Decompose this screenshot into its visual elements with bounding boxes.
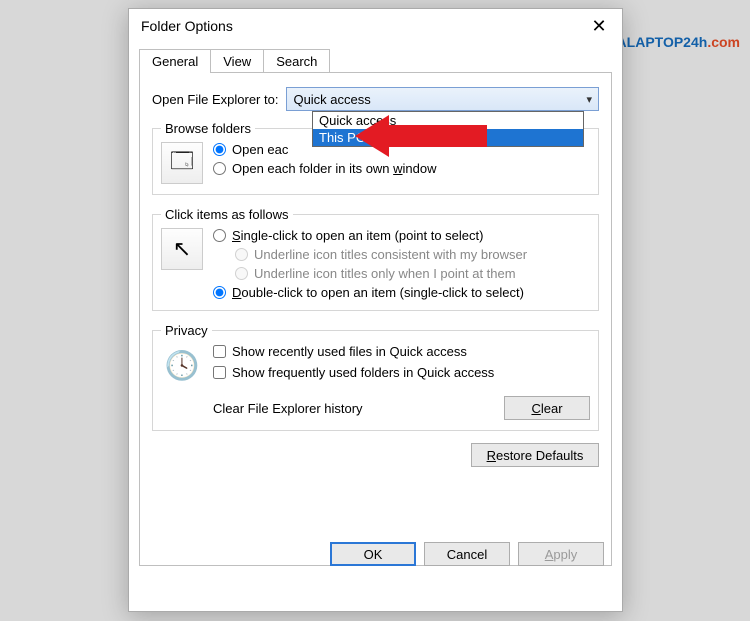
dialog-title: Folder Options [141, 18, 233, 34]
cancel-button[interactable]: Cancel [424, 542, 510, 566]
open-file-explorer-row: Open File Explorer to: Quick access ▾ [152, 87, 599, 111]
checkbox-frequent-folders[interactable]: Show frequently used folders in Quick ac… [213, 365, 494, 380]
open-file-explorer-label: Open File Explorer to: [152, 92, 278, 107]
tab-search[interactable]: Search [263, 49, 330, 73]
browse-folders-icon: 🗔 [161, 142, 203, 184]
fieldset-privacy: Privacy 🕓 Show recently used files in Qu… [152, 323, 599, 431]
open-file-explorer-dropdown: Quick access This PC [312, 111, 584, 147]
legend-click-items: Click items as follows [161, 207, 293, 222]
radio-double-click[interactable]: Double-click to open an item (single-cli… [213, 285, 527, 300]
open-file-explorer-combo[interactable]: Quick access ▾ [286, 87, 599, 111]
tab-general[interactable]: General [139, 49, 211, 73]
titlebar: Folder Options ✕ [129, 9, 622, 43]
privacy-icon: 🕓 [161, 344, 203, 386]
chevron-down-icon: ▾ [586, 93, 592, 106]
tab-view[interactable]: View [210, 49, 264, 73]
radio-underline-browser: Underline icon titles consistent with my… [235, 247, 527, 262]
combo-selected: Quick access [293, 92, 370, 107]
dialog-buttons: OK Cancel Apply [129, 542, 622, 566]
tab-panel-general: Open File Explorer to: Quick access ▾ Qu… [139, 72, 612, 566]
clear-button[interactable]: Clear [504, 396, 590, 420]
legend-privacy: Privacy [161, 323, 212, 338]
radio-open-own-window[interactable]: Open each folder in its own window [213, 161, 437, 176]
radio-single-click[interactable]: Single-click to open an item (point to s… [213, 228, 527, 243]
dropdown-option-quick-access[interactable]: Quick access [313, 112, 583, 129]
folder-options-dialog: Folder Options ✕ General View Search Ope… [128, 8, 623, 612]
apply-button: Apply [518, 542, 604, 566]
clear-history-label: Clear File Explorer history [161, 401, 504, 416]
radio-underline-point: Underline icon titles only when I point … [235, 266, 527, 281]
click-items-icon: ↖ [161, 228, 203, 270]
legend-browse-folders: Browse folders [161, 121, 255, 136]
close-button[interactable]: ✕ [576, 9, 622, 43]
ok-button[interactable]: OK [330, 542, 416, 566]
tabs: General View Search [139, 49, 612, 73]
checkbox-recent-files[interactable]: Show recently used files in Quick access [213, 344, 494, 359]
fieldset-click-items: Click items as follows ↖ Single-click to… [152, 207, 599, 311]
close-icon: ✕ [591, 16, 606, 37]
restore-defaults-button[interactable]: Restore Defaults [471, 443, 599, 467]
dropdown-option-this-pc[interactable]: This PC [313, 129, 583, 146]
